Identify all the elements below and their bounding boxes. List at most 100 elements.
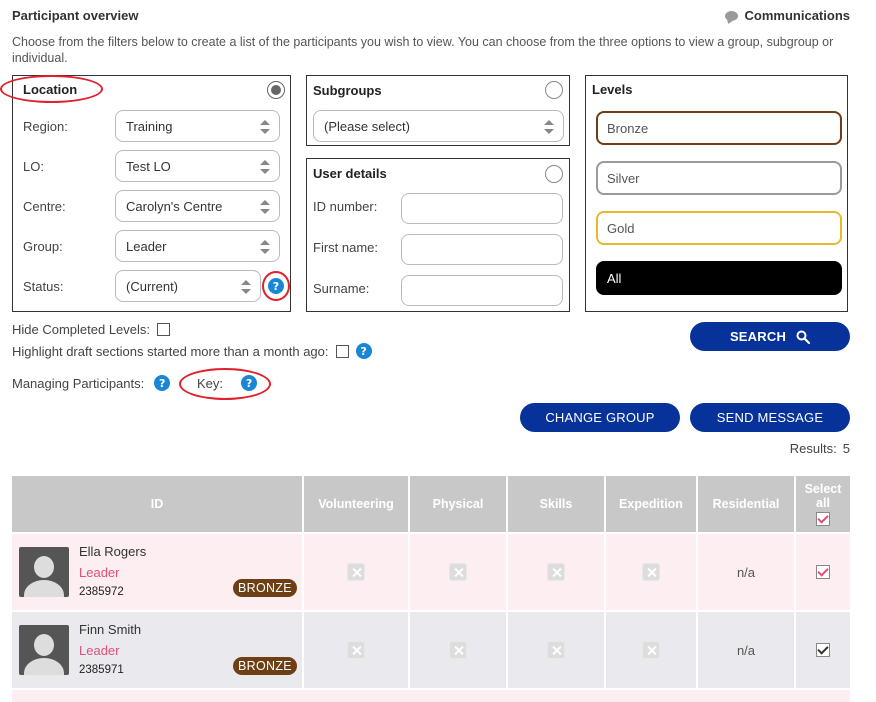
hide-completed-checkbox[interactable] bbox=[157, 323, 171, 336]
not-started-icon bbox=[347, 641, 365, 659]
location-highlight bbox=[0, 75, 103, 103]
select-arrows-icon bbox=[260, 160, 270, 174]
levels-title: Levels bbox=[592, 82, 633, 97]
not-started-icon bbox=[449, 641, 467, 659]
key-label: Key: bbox=[197, 375, 224, 391]
level-badge: BRONZE bbox=[233, 657, 297, 675]
select-arrows-icon bbox=[260, 120, 270, 134]
location-panel: Location Region: Training LO: Test LO Ce… bbox=[0, 75, 291, 312]
level-all[interactable]: All bbox=[596, 261, 842, 295]
search-label: SEARCH bbox=[729, 329, 787, 344]
volunteering-cell bbox=[304, 534, 410, 610]
id-number-field[interactable] bbox=[401, 193, 563, 224]
first-name-label: First name: bbox=[313, 240, 379, 255]
region-label: Region: bbox=[23, 119, 68, 134]
results-count: Results: 5 bbox=[790, 441, 850, 456]
subgroups-value: (Please select) bbox=[324, 118, 410, 134]
not-started-icon bbox=[449, 563, 467, 581]
subgroups-select[interactable]: (Please select) bbox=[313, 110, 564, 142]
managing-label: Managing Participants: bbox=[12, 375, 145, 391]
centre-value: Carolyn's Centre bbox=[126, 198, 223, 214]
col-expedition[interactable]: Expedition bbox=[606, 476, 698, 532]
group-value: Leader bbox=[126, 238, 167, 254]
volunteering-cell bbox=[304, 612, 410, 688]
intro-text: Choose from the filters below to create … bbox=[12, 35, 834, 65]
expedition-cell bbox=[606, 612, 698, 688]
col-id[interactable]: ID bbox=[12, 476, 304, 532]
group-label: Group: bbox=[23, 239, 63, 254]
col-select-all: Select all bbox=[796, 476, 850, 532]
location-radio[interactable] bbox=[267, 81, 285, 99]
not-started-icon bbox=[547, 641, 565, 659]
col-volunteering[interactable]: Volunteering bbox=[304, 476, 410, 532]
levels-panel: Levels Bronze Silver Gold All bbox=[585, 75, 848, 312]
region-select[interactable]: Training bbox=[115, 110, 280, 142]
highlight-draft-help-icon[interactable]: ? bbox=[355, 343, 372, 359]
avatar bbox=[19, 547, 69, 597]
lo-select[interactable]: Test LO bbox=[115, 150, 280, 182]
table-row[interactable] bbox=[12, 690, 850, 702]
subgroups-radio[interactable] bbox=[545, 81, 563, 99]
select-arrows-icon bbox=[241, 280, 251, 294]
level-gold[interactable]: Gold bbox=[596, 211, 842, 245]
subgroups-panel: Subgroups (Please select) bbox=[306, 75, 570, 146]
centre-select[interactable]: Carolyn's Centre bbox=[115, 190, 280, 222]
highlight-draft-checkbox[interactable] bbox=[335, 344, 349, 358]
row-select-checkbox[interactable] bbox=[816, 643, 830, 657]
status-help-icon[interactable]: ? bbox=[268, 278, 284, 294]
select-arrows-icon bbox=[544, 120, 554, 134]
status-value: (Current) bbox=[126, 278, 179, 294]
status-label: Status: bbox=[23, 279, 64, 294]
select-cell bbox=[796, 612, 850, 688]
region-value: Training bbox=[126, 118, 173, 134]
residential-value: n/a bbox=[736, 642, 756, 658]
select-arrows-icon bbox=[260, 200, 270, 214]
row-id-cell: Finn Smith Leader 2385971 BRONZE bbox=[12, 612, 304, 688]
user-details-title: User details bbox=[313, 166, 387, 181]
physical-cell bbox=[410, 612, 508, 688]
col-physical[interactable]: Physical bbox=[410, 476, 508, 532]
managing-help-icon[interactable]: ? bbox=[154, 375, 171, 391]
search-button[interactable]: SEARCH bbox=[690, 322, 850, 351]
participant-name[interactable]: Finn Smith bbox=[79, 622, 141, 637]
participant-id: 2385972 bbox=[79, 586, 124, 598]
select-cell bbox=[796, 534, 850, 610]
lo-label: LO: bbox=[23, 159, 44, 174]
expedition-cell bbox=[606, 534, 698, 610]
status-select[interactable]: (Current) bbox=[115, 270, 261, 302]
results-value: 5 bbox=[842, 441, 850, 456]
chat-bubble-icon bbox=[724, 10, 738, 21]
communications-link[interactable]: Communications bbox=[724, 8, 850, 23]
skills-cell bbox=[508, 612, 606, 688]
surname-label: Surname: bbox=[313, 281, 370, 296]
send-message-button[interactable]: SEND MESSAGE bbox=[690, 403, 850, 432]
first-name-field[interactable] bbox=[401, 234, 563, 265]
not-started-icon bbox=[642, 641, 660, 659]
key-help-icon[interactable]: ? bbox=[241, 375, 258, 391]
group-select[interactable]: Leader bbox=[115, 230, 280, 262]
hide-completed-label: Hide Completed Levels: bbox=[12, 322, 151, 337]
residential-cell: n/a bbox=[698, 534, 796, 610]
surname-field[interactable] bbox=[401, 275, 563, 306]
participant-name[interactable]: Ella Rogers bbox=[79, 544, 146, 559]
table-row[interactable]: Ella Rogers Leader 2385972 BRONZE n/a bbox=[12, 534, 850, 610]
col-residential[interactable]: Residential bbox=[698, 476, 796, 532]
table-row[interactable]: Finn Smith Leader 2385971 BRONZE n/a bbox=[12, 612, 850, 688]
user-details-radio[interactable] bbox=[545, 165, 563, 183]
not-started-icon bbox=[547, 563, 565, 581]
level-silver[interactable]: Silver bbox=[596, 161, 842, 195]
select-all-checkbox[interactable] bbox=[816, 512, 830, 526]
residential-cell: n/a bbox=[698, 612, 796, 688]
avatar bbox=[19, 625, 69, 675]
not-started-icon bbox=[642, 563, 660, 581]
change-group-button[interactable]: CHANGE GROUP bbox=[520, 403, 680, 432]
user-details-panel: User details ID number: First name: Surn… bbox=[306, 158, 570, 312]
level-bronze[interactable]: Bronze bbox=[596, 111, 842, 145]
select-arrows-icon bbox=[260, 240, 270, 254]
highlight-draft-label: Highlight draft sections started more th… bbox=[12, 343, 329, 359]
highlight-draft-row: Highlight draft sections started more th… bbox=[12, 343, 372, 359]
level-badge: BRONZE bbox=[233, 579, 297, 597]
skills-cell bbox=[508, 534, 606, 610]
row-select-checkbox[interactable] bbox=[816, 565, 830, 579]
col-skills[interactable]: Skills bbox=[508, 476, 606, 532]
